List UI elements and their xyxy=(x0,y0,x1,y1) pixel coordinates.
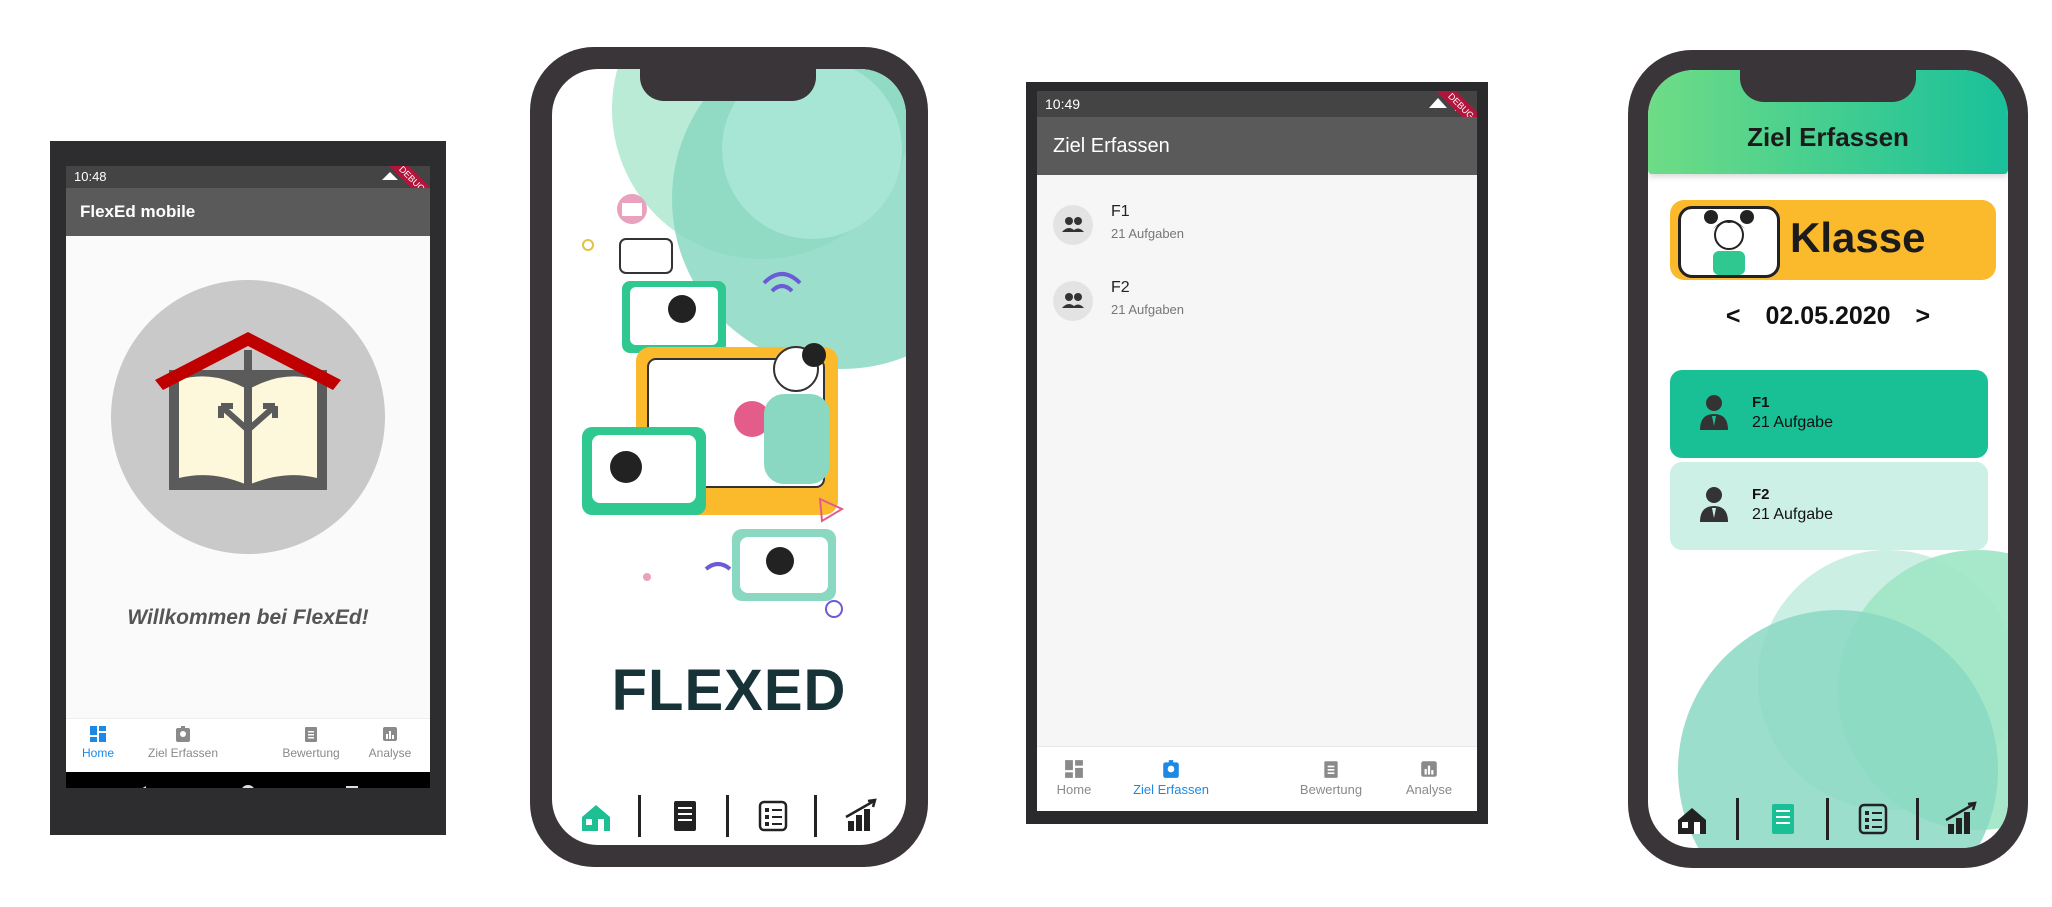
status-bar: 10:49 xyxy=(1037,91,1477,117)
checklist-icon xyxy=(1858,803,1888,835)
dashboard-icon xyxy=(1065,760,1083,778)
nav-bewertung-label: Bewertung xyxy=(1299,782,1363,797)
dashboard-icon xyxy=(90,726,106,742)
ziel-erfassen-screen-styled: Ziel Erfassen Klasse < 02.05.2020 > F1 2… xyxy=(1648,70,2008,848)
person-icon xyxy=(1700,395,1728,430)
nav-home-label: Home xyxy=(1056,782,1092,797)
nav-checklist[interactable] xyxy=(728,787,816,845)
nav-home[interactable]: Home xyxy=(74,725,122,760)
welcome-text: Willkommen bei FlexEd! xyxy=(127,606,369,629)
date-next-button[interactable]: > xyxy=(1916,302,1931,330)
nav-ziel-erfassen-label: Ziel Erfassen xyxy=(1133,782,1209,797)
clipboard-icon xyxy=(305,727,317,742)
document-icon xyxy=(674,801,696,831)
splash-screen: FLEXED xyxy=(552,69,906,845)
phone-notch xyxy=(1740,70,1916,102)
app-bar: Ziel Erfassen xyxy=(1037,117,1477,175)
android-device-home: 10:48 DEBUG FlexEd mobile Willkommen bei… xyxy=(50,141,446,835)
status-time: 10:49 xyxy=(1045,96,1081,112)
list-item[interactable]: F2 21 Aufgaben xyxy=(1037,267,1477,343)
item-subtitle: 21 Aufgaben xyxy=(1111,226,1185,241)
status-bar: 10:48 xyxy=(66,166,430,188)
group-icon xyxy=(1053,281,1093,321)
back-icon xyxy=(142,786,146,788)
phone-frame-splash: FLEXED xyxy=(530,47,928,867)
home-screen: 10:48 DEBUG FlexEd mobile Willkommen bei… xyxy=(66,166,430,788)
item-title: F1 xyxy=(1111,203,1130,220)
app-title: FlexEd mobile xyxy=(80,202,196,221)
item-title: F2 xyxy=(1752,486,1770,503)
list-item[interactable]: F2 21 Aufgabe xyxy=(1670,462,1988,550)
app-title: Ziel Erfassen xyxy=(1053,135,1170,157)
badge-icon xyxy=(176,726,190,742)
nav-ziel-erfassen[interactable]: Ziel Erfassen xyxy=(138,725,228,760)
item-subtitle: 21 Aufgaben xyxy=(1111,302,1185,317)
person-icon xyxy=(1700,487,1728,522)
header-title: Ziel Erfassen xyxy=(1747,122,1909,152)
recents-icon xyxy=(346,786,358,788)
checklist-icon xyxy=(758,800,788,832)
nav-home[interactable] xyxy=(552,787,640,845)
date-label: 02.05.2020 xyxy=(1765,302,1891,330)
nav-analyse[interactable]: Analyse xyxy=(362,725,418,760)
phone-frame-ziel: Ziel Erfassen Klasse < 02.05.2020 > F1 2… xyxy=(1628,50,2028,868)
student-illustration-icon xyxy=(1704,210,1754,275)
klasse-banner[interactable]: Klasse xyxy=(1670,200,1996,280)
growth-chart-icon xyxy=(845,798,877,831)
klasse-label: Klasse xyxy=(1790,214,1926,261)
date-selector: < 02.05.2020 > xyxy=(1648,302,2008,331)
ziel-erfassen-screen: 10:49 DEBUG Ziel Erfassen F1 21 Aufgaben… xyxy=(1037,91,1477,811)
item-title: F2 xyxy=(1111,279,1130,296)
nav-bewertung[interactable]: Bewertung xyxy=(1293,759,1369,797)
nav-home[interactable] xyxy=(1648,792,1738,848)
bottom-nav: Home Ziel Erfassen Bewertung Analyse xyxy=(66,718,430,773)
nav-bewertung[interactable]: Bewertung xyxy=(276,725,346,760)
item-subtitle: 21 Aufgabe xyxy=(1752,506,1833,523)
nav-checklist[interactable] xyxy=(1828,792,1918,848)
badge-icon xyxy=(1163,760,1179,778)
growth-chart-icon xyxy=(1945,801,1977,834)
bottom-nav: Home Ziel Erfassen Bewertung Analyse xyxy=(1037,746,1477,811)
list-item[interactable]: F1 21 Aufgaben xyxy=(1037,191,1477,267)
nav-analyse-label: Analyse xyxy=(1405,782,1453,797)
system-nav-icons xyxy=(142,785,358,788)
nav-document[interactable] xyxy=(640,787,728,845)
app-bar: FlexEd mobile xyxy=(66,188,430,236)
group-icon xyxy=(1053,205,1093,245)
chart-icon xyxy=(383,727,397,741)
clipboard-icon xyxy=(1324,761,1338,778)
nav-ziel-erfassen-label: Ziel Erfassen xyxy=(147,746,219,760)
student-avatar xyxy=(1678,206,1780,278)
home-button-icon xyxy=(242,785,254,788)
bottom-nav xyxy=(552,787,906,845)
nav-bewertung-label: Bewertung xyxy=(282,746,340,760)
brand-title: FLEXED xyxy=(611,658,847,723)
home-icon xyxy=(1678,808,1706,834)
nav-ziel-erfassen[interactable]: Ziel Erfassen xyxy=(1123,759,1219,797)
phone-notch xyxy=(640,69,816,101)
list-item[interactable]: F1 21 Aufgabe xyxy=(1670,370,1988,458)
item-title: F1 xyxy=(1752,394,1770,411)
nav-home[interactable]: Home xyxy=(1047,759,1101,797)
book-house-icon xyxy=(155,332,341,490)
flexed-logo xyxy=(111,280,385,554)
document-icon xyxy=(1772,804,1794,834)
nav-analyse[interactable]: Analyse xyxy=(1399,759,1459,797)
nav-analyse[interactable] xyxy=(1918,792,2008,848)
nav-analyse-label: Analyse xyxy=(368,746,412,760)
nav-analyse[interactable] xyxy=(818,787,906,845)
nav-home-label: Home xyxy=(81,746,114,760)
android-device-ziel: 10:49 DEBUG Ziel Erfassen F1 21 Aufgaben… xyxy=(1026,82,1488,824)
splash-illustration xyxy=(582,69,906,618)
home-icon xyxy=(582,805,610,831)
nav-document[interactable] xyxy=(1738,792,1828,848)
system-nav-bar xyxy=(66,772,430,788)
bottom-nav xyxy=(1648,792,2008,848)
status-time: 10:48 xyxy=(74,169,107,184)
item-subtitle: 21 Aufgabe xyxy=(1752,414,1833,431)
date-prev-button[interactable]: < xyxy=(1726,302,1741,330)
chart-icon xyxy=(1421,761,1437,777)
